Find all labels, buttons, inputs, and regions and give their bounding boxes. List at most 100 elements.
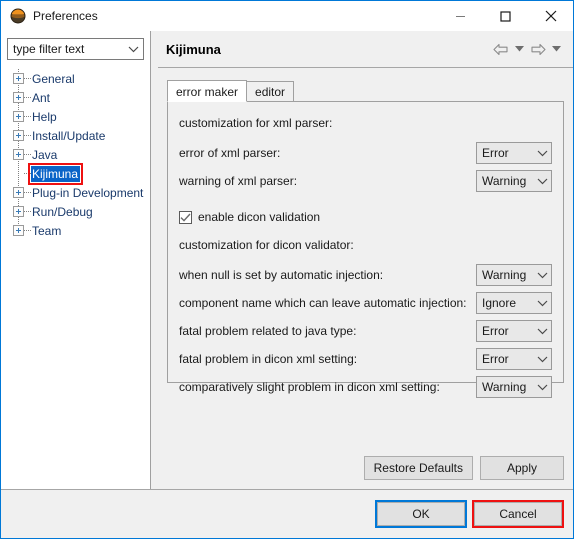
dicon-validator-severity-select[interactable]: Warning (476, 264, 552, 286)
dialog-footer: OK Cancel (1, 490, 573, 538)
restore-defaults-button[interactable]: Restore Defaults (363, 456, 473, 480)
cancel-button[interactable]: Cancel (474, 502, 562, 526)
expand-icon[interactable] (13, 73, 24, 84)
dicon-validator-label: when null is set by automatic injection: (179, 268, 384, 282)
chevron-down-icon[interactable] (533, 271, 551, 279)
preference-page: Kijimuna error maker editor customizatio… (151, 31, 573, 489)
enable-dicon-validation-label: enable dicon validation (198, 210, 321, 224)
maximize-button[interactable] (483, 1, 528, 31)
dicon-validator-severity-select[interactable]: Ignore (476, 292, 552, 314)
filter-area: type filter text (1, 31, 150, 65)
expand-icon[interactable] (13, 225, 24, 236)
selected-value: Warning (482, 174, 527, 188)
sidebar-item-label: Install/Update (32, 128, 106, 143)
sidebar-item-label: General (32, 71, 75, 86)
close-button[interactable] (528, 1, 573, 31)
sidebar-item-label: Help (32, 109, 57, 124)
window-title: Preferences (33, 9, 98, 23)
dicon-validator-row: fatal problem related to java type: Error (179, 320, 552, 342)
dicon-validator-severity-select[interactable]: Error (476, 348, 552, 370)
chevron-down-icon[interactable] (533, 299, 551, 307)
window-controls (438, 1, 573, 31)
expand-icon[interactable] (13, 92, 24, 103)
tab-panel-error-maker: customization for xml parser: error of x… (167, 101, 564, 398)
expand-icon[interactable] (13, 111, 24, 122)
sidebar-item-team[interactable]: Team (1, 221, 150, 240)
dialog-body: type filter text General Ant Help Install/U… (1, 31, 573, 489)
sidebar-item-plug-in-development[interactable]: Plug-in Development (1, 183, 150, 202)
dicon-validator-heading: customization for dicon validator: (179, 238, 354, 252)
ok-button[interactable]: OK (377, 502, 465, 526)
xml-parser-severity-select[interactable]: Warning (476, 170, 552, 192)
expand-icon[interactable] (13, 130, 24, 141)
tab-error-maker[interactable]: error maker (167, 80, 248, 102)
sidebar-item-general[interactable]: General (1, 69, 150, 88)
chevron-down-icon[interactable] (533, 177, 551, 185)
sidebar-item-java[interactable]: Java (1, 145, 150, 164)
sidebar-item-help[interactable]: Help (1, 107, 150, 126)
dicon-validator-label: fatal problem related to java type: (179, 324, 357, 338)
back-dropdown-icon[interactable] (512, 39, 527, 59)
tabs-area: error maker editor customization for xml … (167, 80, 564, 398)
preferences-tree-pane: type filter text General Ant Help Install/U… (1, 31, 151, 489)
chevron-down-icon[interactable] (533, 355, 551, 363)
header-separator (158, 67, 573, 68)
dicon-validator-severity-select[interactable]: Warning (476, 376, 552, 398)
sidebar-item-label: Kijimuna (31, 165, 81, 182)
xml-parser-label: error of xml parser: (179, 146, 281, 160)
tab-list[interactable]: error maker editor (167, 80, 564, 102)
chevron-down-icon[interactable] (533, 383, 551, 391)
expand-icon[interactable] (13, 149, 24, 160)
minimize-button[interactable] (438, 1, 483, 31)
chevron-down-icon[interactable] (533, 327, 551, 335)
search-input[interactable]: type filter text (8, 42, 123, 56)
dicon-heading-row: customization for dicon validator: (179, 234, 552, 256)
tree-connector (24, 172, 31, 175)
forward-dropdown-icon[interactable] (549, 39, 564, 59)
forward-arrow-icon[interactable] (527, 39, 549, 59)
sidebar-item-ant[interactable]: Ant (1, 88, 150, 107)
xml-parser-severity-select[interactable]: Error (476, 142, 552, 164)
dicon-validator-severity-select[interactable]: Error (476, 320, 552, 342)
tree-connector (24, 210, 31, 213)
xml-parser-heading: customization for xml parser: (179, 116, 333, 130)
selected-value: Warning (482, 268, 527, 282)
enable-dicon-validation-checkbox[interactable] (179, 210, 192, 224)
expand-icon[interactable] (13, 187, 24, 198)
sidebar-item-label: Ant (32, 90, 51, 105)
sidebar-item-label: Java (32, 147, 58, 162)
tree-connector (24, 115, 31, 118)
selected-value: Warning (482, 380, 527, 394)
xml-parser-row: error of xml parser: Error (179, 142, 552, 164)
chevron-down-icon[interactable] (123, 45, 143, 53)
tab-editor[interactable]: editor (246, 81, 295, 102)
selected-value: Error (482, 352, 509, 366)
dicon-validator-row: when null is set by automatic injection:… (179, 264, 552, 286)
back-arrow-icon[interactable] (490, 39, 512, 59)
sidebar-item-kijimuna[interactable]: Kijimuna (1, 164, 150, 183)
cancel-button-wrapper: Cancel (474, 502, 562, 526)
page-title: Kijimuna (166, 41, 221, 57)
chevron-down-icon[interactable] (533, 149, 551, 157)
preferences-dialog: Preferences type filter text General Ant… (0, 0, 574, 539)
tree-connector (24, 96, 31, 99)
enable-dicon-validation-row[interactable]: enable dicon validation (179, 208, 552, 226)
eclipse-globe-icon (10, 8, 26, 24)
dicon-validator-label: fatal problem in dicon xml setting: (179, 352, 358, 366)
selected-value: Ignore (482, 296, 517, 310)
sidebar-item-label: Run/Debug (32, 204, 93, 219)
apply-button[interactable]: Apply (480, 456, 564, 480)
page-action-buttons: Restore Defaults Apply (363, 456, 564, 480)
sidebar-item-install-update[interactable]: Install/Update (1, 126, 150, 145)
tree-connector (24, 153, 31, 156)
preferences-tree[interactable]: General Ant Help Install/Update Java Kijimuna… (1, 65, 150, 489)
filter-combo[interactable]: type filter text (7, 38, 144, 60)
expand-icon[interactable] (13, 206, 24, 217)
tree-connector (24, 134, 31, 137)
tree-connector (24, 191, 31, 194)
dicon-validator-label: component name which can leave automatic… (179, 296, 467, 310)
sidebar-item-run-debug[interactable]: Run/Debug (1, 202, 150, 221)
page-header: Kijimuna (151, 31, 573, 67)
xml-parser-row: warning of xml parser: Warning (179, 170, 552, 192)
